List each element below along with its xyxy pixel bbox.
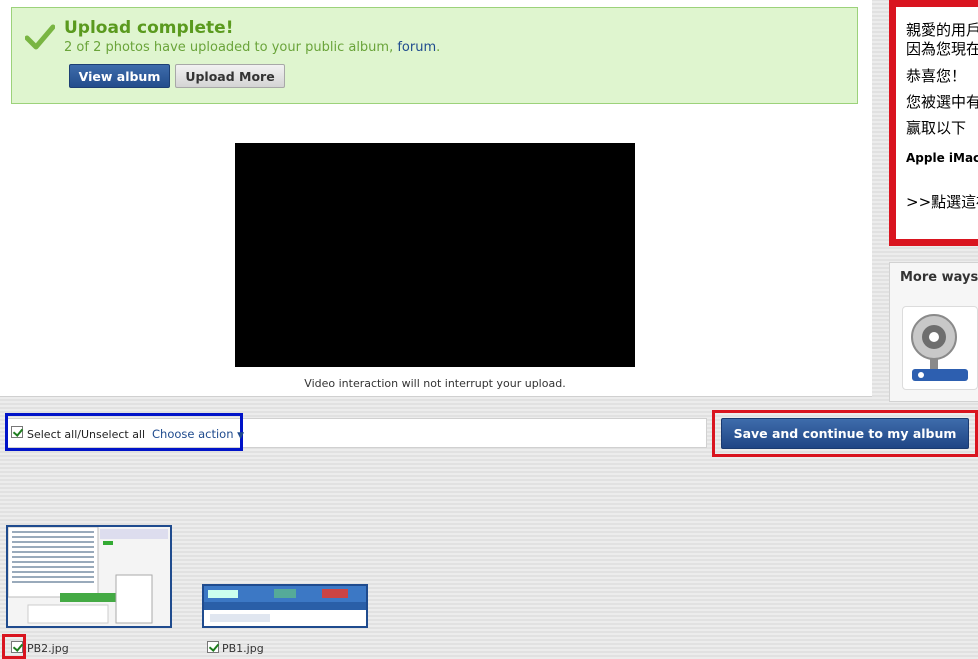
more-ways-title: More ways <box>900 270 978 285</box>
checkmark-icon <box>25 24 55 50</box>
ad-line: Apple iMac - <box>906 151 978 165</box>
video-player[interactable] <box>235 143 635 367</box>
promo-ad[interactable]: 親愛的用戶 因為您現在 恭喜您！ 您被選中有 赢取以下 Apple iMac -… <box>889 0 978 246</box>
screenshot-thumbnail-image <box>8 527 170 626</box>
screenshot-thumbnail-image <box>204 586 366 626</box>
ad-link[interactable]: >>點選這裡 <box>906 191 978 212</box>
select-all-checkbox[interactable] <box>11 426 23 438</box>
select-all-label[interactable]: Select all/Unselect all <box>27 428 145 441</box>
ad-line: 恭喜您！ <box>906 67 967 85</box>
ad-line: 赢取以下 <box>906 119 967 137</box>
ad-line: 因為您現在 <box>906 40 978 58</box>
promo-ad-frame: 親愛的用戶 因為您現在 恭喜您！ 您被選中有 赢取以下 Apple iMac -… <box>889 0 978 246</box>
choose-action-dropdown[interactable]: Choose action ▼ <box>152 427 244 441</box>
view-album-button[interactable]: View album <box>69 64 170 88</box>
webcam-option[interactable] <box>902 306 978 390</box>
caret-down-icon: ▼ <box>237 431 245 441</box>
upload-panel: Upload complete! 2 of 2 photos have uplo… <box>0 0 872 397</box>
photo-checkbox-pb1[interactable] <box>207 641 219 653</box>
photo-filename: PB2.jpg <box>27 642 69 655</box>
photo-thumbnail-pb1[interactable] <box>202 584 368 628</box>
upload-more-button[interactable]: Upload More <box>175 64 285 88</box>
more-ways-panel: More ways <box>889 262 978 402</box>
upload-complete-title: Upload complete! <box>64 18 234 38</box>
photo-checkbox-highlight <box>2 634 26 659</box>
upload-status-message: 2 of 2 photos have uploaded to your publ… <box>64 40 441 55</box>
photo-filename: PB1.jpg <box>222 642 264 655</box>
webcam-icon <box>911 314 968 381</box>
upload-success-banner: Upload complete! 2 of 2 photos have uplo… <box>11 7 858 104</box>
save-and-continue-button[interactable]: Save and continue to my album <box>721 418 969 449</box>
forum-link[interactable]: forum <box>397 40 436 55</box>
photo-thumbnail-pb2[interactable] <box>6 525 172 628</box>
video-caption: Video interaction will not interrupt you… <box>304 377 566 390</box>
ad-line: 親愛的用戶 <box>906 21 978 39</box>
ad-line: 您被選中有 <box>906 93 978 111</box>
